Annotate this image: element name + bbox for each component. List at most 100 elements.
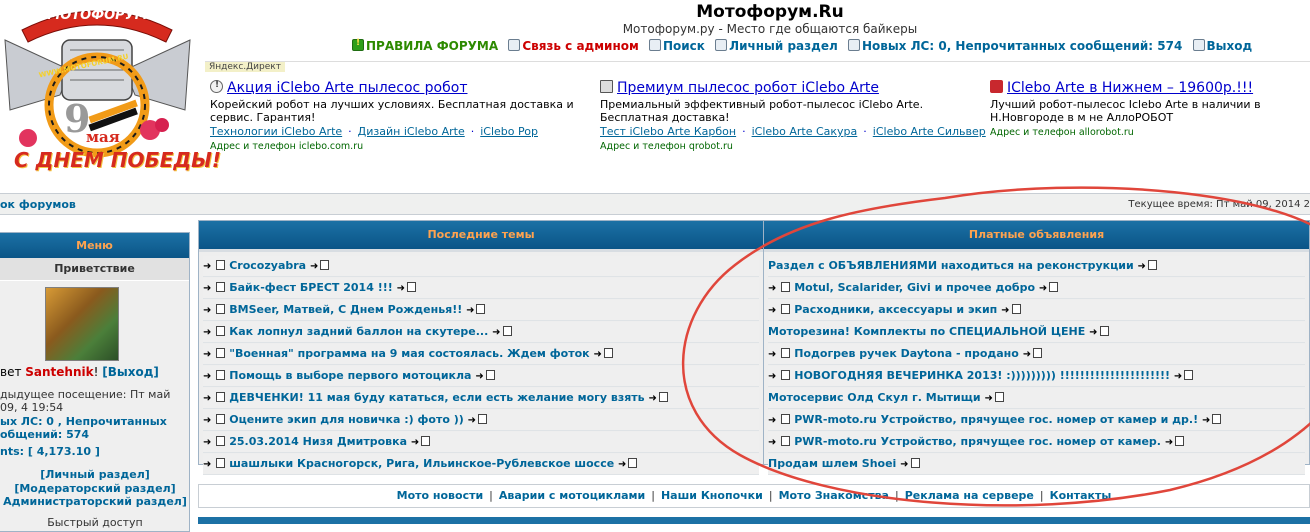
topic-link[interactable]: BMSeer, Матвей, С Днем Рожденья!! (229, 303, 462, 316)
paid-ad-link[interactable]: НОВОГОДНЯЯ ВЕЧЕРИНКА 2013! :))))))))) !!… (794, 369, 1170, 382)
topic-link[interactable]: Как лопнул задний баллон на скутере... (229, 325, 488, 338)
last-post-arrow-icon[interactable]: ➜ (411, 433, 419, 452)
goto-arrow-icon[interactable]: ➜ (203, 345, 211, 364)
paid-ad-row[interactable]: ➜ PWR-moto.ru Устройство, прячущее гос. … (768, 432, 1305, 453)
ad-contact[interactable]: Адрес и телефон allorobot.ru (990, 127, 1310, 138)
goto-arrow-icon[interactable]: ➜ (203, 279, 211, 298)
last-post-arrow-icon[interactable]: ➜ (984, 389, 992, 408)
topic-row[interactable]: ➜ ДЕВЧЕНКИ! 11 мая буду кататься, если е… (203, 388, 759, 409)
paid-ad-link[interactable]: Мотосервис Олд Скул г. Мытищи (768, 391, 981, 404)
paid-ad-row[interactable]: Раздел с ОБЪЯВЛЕНИЯМИ находиться на реко… (768, 256, 1305, 277)
paid-ad-row[interactable]: ➜ Расходники, аксессуары и экип ➜ (768, 300, 1305, 321)
ads-label[interactable]: Яндекс.Директ (205, 62, 285, 72)
last-post-arrow-icon[interactable]: ➜ (492, 323, 500, 342)
last-post-arrow-icon[interactable]: ➜ (1001, 301, 1009, 320)
ad-sitelink[interactable]: iClebo Arte Сакура (752, 125, 858, 138)
last-post-arrow-icon[interactable]: ➜ (593, 345, 601, 364)
ad-sitelink[interactable]: Дизайн iClebo Arte (358, 125, 465, 138)
goto-arrow-icon[interactable]: ➜ (203, 367, 211, 386)
last-post-arrow-icon[interactable]: ➜ (310, 257, 318, 276)
breadcrumb[interactable]: ок форумов (0, 198, 76, 211)
topic-row[interactable]: ➜ Оцените экип для новичка :) фото )) ➜ (203, 410, 759, 431)
bottom-nav-link[interactable]: Наши Кнопочки (661, 489, 763, 502)
username[interactable]: Santehnik (25, 365, 93, 379)
bottom-nav-link[interactable]: Аварии с мотоциклами (499, 489, 645, 502)
paid-ad-row[interactable]: Продам шлем Shoei ➜ (768, 454, 1305, 475)
bottom-nav-link[interactable]: Контакты (1050, 489, 1112, 502)
goto-arrow-icon[interactable]: ➜ (203, 323, 211, 342)
goto-arrow-icon[interactable]: ➜ (203, 257, 211, 276)
goto-arrow-icon[interactable]: ➜ (768, 411, 776, 430)
topic-row[interactable]: ➜ BMSeer, Матвей, С Днем Рожденья!! ➜ (203, 300, 759, 321)
paid-ad-row[interactable]: ➜ НОВОГОДНЯЯ ВЕЧЕРИНКА 2013! :))))))))) … (768, 366, 1305, 387)
last-post-arrow-icon[interactable]: ➜ (1138, 257, 1146, 276)
goto-arrow-icon[interactable]: ➜ (768, 301, 776, 320)
paid-ad-row[interactable]: ➜ PWR-moto.ru Устройство, прячущее гос. … (768, 410, 1305, 431)
topic-row[interactable]: ➜ Байк-фест БРЕСТ 2014 !!! ➜ (203, 278, 759, 299)
topic-link[interactable]: 25.03.2014 Низя Дмитровка (229, 435, 407, 448)
goto-arrow-icon[interactable]: ➜ (203, 301, 211, 320)
goto-arrow-icon[interactable]: ➜ (203, 411, 211, 430)
goto-arrow-icon[interactable]: ➜ (203, 389, 211, 408)
bottom-nav-link[interactable]: Мото новости (397, 489, 484, 502)
last-post-arrow-icon[interactable]: ➜ (1165, 433, 1173, 452)
goto-arrow-icon[interactable]: ➜ (203, 433, 211, 452)
last-post-arrow-icon[interactable]: ➜ (397, 279, 405, 298)
ad-sitelink[interactable]: Технологии iClebo Arte (210, 125, 342, 138)
nav-profile[interactable]: Личный раздел (715, 39, 838, 53)
topic-row[interactable]: ➜ Помощь в выборе первого мотоцикла ➜ (203, 366, 759, 387)
topic-row[interactable]: ➜ 25.03.2014 Низя Дмитровка ➜ (203, 432, 759, 453)
nav-logout[interactable]: Выход (1192, 39, 1252, 53)
topic-link[interactable]: Байк-фест БРЕСТ 2014 !!! (229, 281, 393, 294)
last-post-arrow-icon[interactable]: ➜ (1089, 323, 1097, 342)
ad-sitelink[interactable]: Тест iClebo Arte Карбон (600, 125, 736, 138)
goto-arrow-icon[interactable]: ➜ (768, 279, 776, 298)
menu-link-admin[interactable]: Администраторский раздел] (3, 495, 187, 508)
logout-link[interactable]: [Выход] (102, 365, 159, 379)
menu-link-profile[interactable]: [Личный раздел] (40, 468, 150, 481)
last-post-arrow-icon[interactable]: ➜ (648, 389, 656, 408)
last-post-arrow-icon[interactable]: ➜ (900, 455, 908, 474)
nav-contact-admin[interactable]: Связь с админом (508, 39, 639, 53)
topic-link[interactable]: ДЕВЧЕНКИ! 11 мая буду кататься, если ест… (229, 391, 644, 404)
goto-arrow-icon[interactable]: ➜ (768, 345, 776, 364)
topic-row[interactable]: ➜ Как лопнул задний баллон на скутере...… (203, 322, 759, 343)
paid-ad-link[interactable]: PWR-moto.ru Устройство, прячущее гос. но… (794, 413, 1198, 426)
topic-row[interactable]: ➜ Crocozyabra ➜ (203, 256, 759, 277)
paid-ad-link[interactable]: Подогрев ручек Daytona - продано (794, 347, 1019, 360)
ad-contact[interactable]: Адрес и телефон iclebo.com.ru (210, 141, 585, 152)
last-post-arrow-icon[interactable]: ➜ (1039, 279, 1047, 298)
last-post-arrow-icon[interactable]: ➜ (1174, 367, 1182, 386)
paid-ad-link[interactable]: Motul, Scalarider, Givi и прочее добро (794, 281, 1035, 294)
ad-sitelink[interactable]: iClebo Arte Сильвер (873, 125, 986, 138)
bottom-nav-link[interactable]: Реклама на сервере (905, 489, 1034, 502)
paid-ad-row[interactable]: ➜ Подогрев ручек Daytona - продано ➜ (768, 344, 1305, 365)
goto-arrow-icon[interactable]: ➜ (203, 455, 211, 474)
last-post-arrow-icon[interactable]: ➜ (475, 367, 483, 386)
ad-title[interactable]: Акция iClebo Arte пылесос робот (227, 80, 467, 96)
paid-ad-link[interactable]: Продам шлем Shoei (768, 457, 896, 470)
ad-sitelink[interactable]: iClebo Pop (480, 125, 538, 138)
forum-logo[interactable]: МОТОФОРУМ WWW.MOTOFORUM.RU 9 мая С ДНЕМ … (0, 0, 221, 185)
topic-link[interactable]: шашлыки Красногорск, Рига, Ильинское-Руб… (229, 457, 614, 470)
avatar[interactable] (45, 287, 119, 361)
ad-title[interactable]: Премиум пылесос робот iClebo Arte (617, 80, 879, 96)
topic-row[interactable]: ➜ "Военная" программа на 9 мая состоялас… (203, 344, 759, 365)
last-post-arrow-icon[interactable]: ➜ (466, 301, 474, 320)
topic-row[interactable]: ➜ шашлыки Красногорск, Рига, Ильинское-Р… (203, 454, 759, 475)
topic-link[interactable]: Помощь в выборе первого мотоцикла (229, 369, 471, 382)
nav-rules[interactable]: ПРАВИЛА ФОРУМА (352, 38, 498, 53)
paid-ad-row[interactable]: Моторезина! Комплекты по СПЕЦИАЛЬНОЙ ЦЕН… (768, 322, 1305, 343)
paid-ad-link[interactable]: Раздел с ОБЪЯВЛЕНИЯМИ находиться на реко… (768, 259, 1134, 272)
bottom-nav-link[interactable]: Мото Знакомства (779, 489, 889, 502)
paid-ad-row[interactable]: Мотосервис Олд Скул г. Мытищи ➜ (768, 388, 1305, 409)
paid-ad-row[interactable]: ➜ Motul, Scalarider, Givi и прочее добро… (768, 278, 1305, 299)
goto-arrow-icon[interactable]: ➜ (768, 367, 776, 386)
nav-search[interactable]: Поиск (648, 39, 705, 53)
last-post-arrow-icon[interactable]: ➜ (618, 455, 626, 474)
topic-link[interactable]: "Военная" программа на 9 мая состоялась.… (229, 347, 589, 360)
last-post-arrow-icon[interactable]: ➜ (1202, 411, 1210, 430)
messages-status[interactable]: ых ЛС: 0 , Непрочитанных общений: 574 (0, 415, 185, 441)
goto-arrow-icon[interactable]: ➜ (768, 433, 776, 452)
paid-ad-link[interactable]: Моторезина! Комплекты по СПЕЦИАЛЬНОЙ ЦЕН… (768, 325, 1085, 338)
